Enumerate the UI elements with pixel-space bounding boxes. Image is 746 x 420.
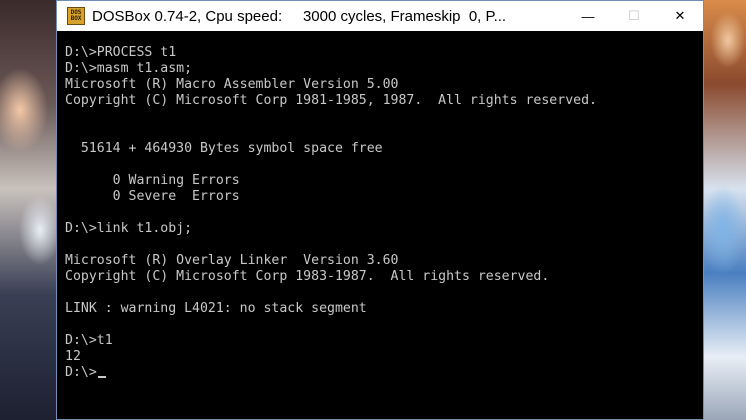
dosbox-window[interactable]: DOS BOX DOSBox 0.74-2, Cpu speed: 3000 c… — [56, 0, 704, 420]
dos-console[interactable]: D:\>PROCESS t1 D:\>masm t1.asm; Microsof… — [65, 45, 695, 415]
console-line: Microsoft (R) Macro Assembler Version 5.… — [65, 77, 399, 92]
console-line: 51614 + 464930 Bytes symbol space free — [65, 141, 383, 156]
console-line: 12 — [65, 349, 81, 364]
close-icon: ✕ — [674, 8, 686, 23]
console-line: Copyright (C) Microsoft Corp 1983-1987. … — [65, 269, 550, 284]
dosbox-app-icon[interactable]: DOS BOX — [67, 7, 85, 25]
prompt-line[interactable]: D:\> — [65, 365, 695, 381]
window-title: DOSBox 0.74-2, Cpu speed: 3000 cycles, F… — [92, 7, 507, 25]
console-line: Microsoft (R) Overlay Linker Version 3.6… — [65, 253, 399, 268]
maximize-icon: ☐ — [628, 8, 640, 23]
command-prompt: D:\> — [65, 365, 97, 380]
close-button[interactable]: ✕ — [657, 1, 703, 31]
minimize-button[interactable]: — — [565, 1, 611, 31]
title-bar[interactable]: DOS BOX DOSBox 0.74-2, Cpu speed: 3000 c… — [57, 1, 703, 31]
console-line: Copyright (C) Microsoft Corp 1981-1985, … — [65, 93, 597, 108]
desktop-wallpaper-left — [0, 0, 64, 420]
minimize-icon: — — [581, 8, 595, 24]
console-line: D:\>t1 — [65, 333, 113, 348]
window-controls: — ☐ ✕ — [565, 1, 703, 31]
console-line: D:\>PROCESS t1 — [65, 45, 177, 60]
console-line: D:\>link t1.obj; — [65, 221, 193, 236]
app-icon-text-bottom: BOX — [70, 15, 82, 22]
maximize-button[interactable]: ☐ — [611, 1, 657, 31]
desktop-wallpaper-right — [703, 0, 746, 420]
console-line: 0 Severe Errors — [65, 189, 240, 204]
text-cursor — [97, 376, 106, 378]
console-line: LINK : warning L4021: no stack segment — [65, 301, 367, 316]
console-line: D:\>masm t1.asm; — [65, 61, 193, 76]
console-line: 0 Warning Errors — [65, 173, 240, 188]
